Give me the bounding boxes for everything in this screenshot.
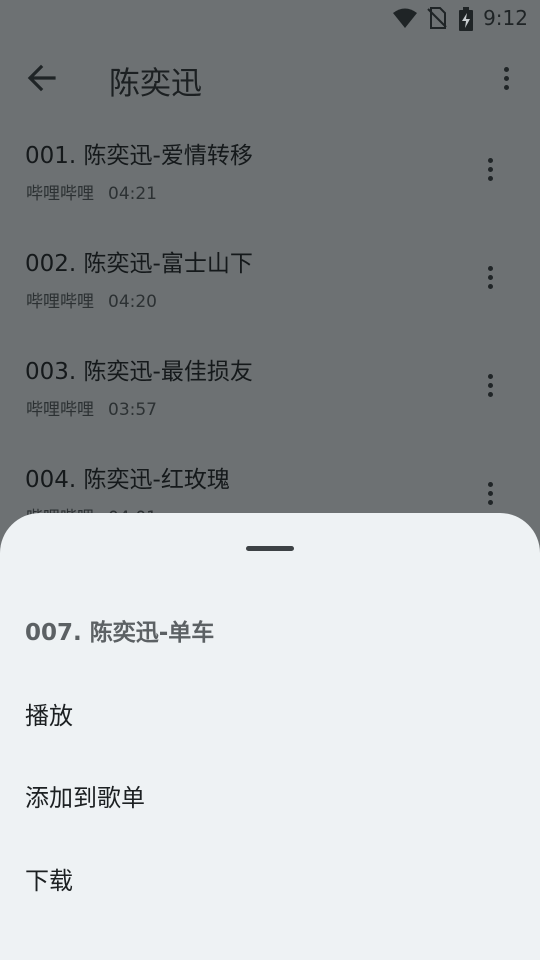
song-row[interactable]: 001. 陈奕迅-爱情转移 哔哩哔哩 04:21 xyxy=(0,121,540,229)
drag-handle[interactable] xyxy=(246,546,294,551)
song-row[interactable]: 003. 陈奕迅-最佳损友 哔哩哔哩 03:57 xyxy=(0,337,540,445)
more-vert-icon[interactable] xyxy=(480,149,500,189)
battery-charging-icon xyxy=(459,7,473,31)
status-bar: 9:12 xyxy=(0,0,540,36)
page-title: 陈奕迅 xyxy=(109,66,202,102)
clock: 9:12 xyxy=(483,6,528,30)
song-title: 002. 陈奕迅-富士山下 xyxy=(25,251,253,277)
arrow-left-icon[interactable] xyxy=(22,58,62,98)
song-title: 003. 陈奕迅-最佳损友 xyxy=(25,359,253,385)
song-source: 哔哩哔哩 xyxy=(26,400,94,420)
song-duration: 04:21 xyxy=(108,184,157,204)
more-vert-icon[interactable] xyxy=(480,257,500,297)
download-option[interactable]: 下载 xyxy=(25,861,73,896)
song-duration: 04:20 xyxy=(108,292,157,312)
more-vert-icon[interactable] xyxy=(480,365,500,405)
song-meta: 哔哩哔哩 04:20 xyxy=(26,287,157,312)
play-option[interactable]: 播放 xyxy=(25,696,73,731)
add-to-playlist-option[interactable]: 添加到歌单 xyxy=(25,778,145,813)
song-row[interactable]: 002. 陈奕迅-富士山下 哔哩哔哩 04:20 xyxy=(0,229,540,337)
bottom-sheet: 007. 陈奕迅-单车 播放 添加到歌单 下载 xyxy=(0,513,540,960)
song-meta: 哔哩哔哩 04:21 xyxy=(26,179,157,204)
sheet-title: 007. 陈奕迅-单车 xyxy=(25,620,215,646)
song-source: 哔哩哔哩 xyxy=(26,292,94,312)
song-source: 哔哩哔哩 xyxy=(26,184,94,204)
more-vert-icon[interactable] xyxy=(480,473,500,513)
song-duration: 03:57 xyxy=(108,400,157,420)
song-meta: 哔哩哔哩 03:57 xyxy=(26,395,157,420)
song-title: 001. 陈奕迅-爱情转移 xyxy=(25,143,253,169)
app-bar: 陈奕迅 xyxy=(0,36,540,120)
more-vert-icon[interactable] xyxy=(492,60,520,96)
song-title: 004. 陈奕迅-红玫瑰 xyxy=(25,467,230,493)
no-sim-icon xyxy=(427,7,447,29)
wifi-icon xyxy=(393,8,417,28)
